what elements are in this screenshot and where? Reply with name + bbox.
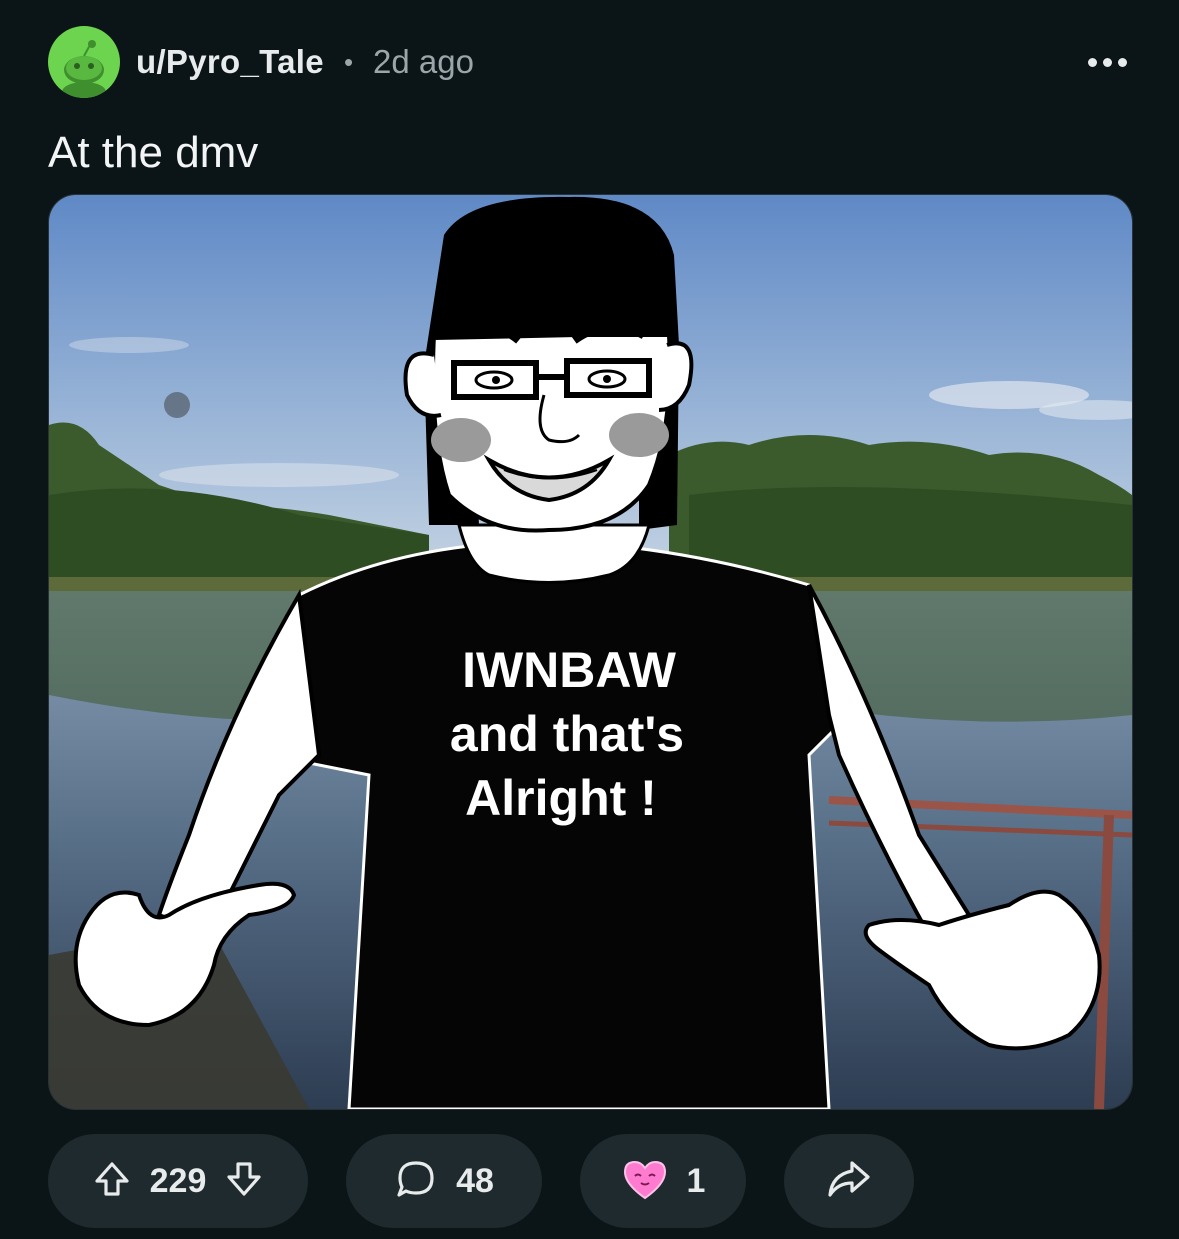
comment-button[interactable]: 48 bbox=[346, 1134, 542, 1228]
shirt-text-line1: IWNBAW bbox=[462, 642, 677, 698]
award-count: 1 bbox=[686, 1161, 706, 1200]
share-arrow-icon bbox=[826, 1159, 872, 1204]
post-title[interactable]: At the dmv bbox=[48, 128, 258, 178]
post-header: u/Pyro_Tale • 2d ago bbox=[48, 26, 1139, 98]
vote-pill: 229 bbox=[48, 1134, 308, 1228]
share-button[interactable] bbox=[784, 1134, 914, 1228]
username-link[interactable]: u/Pyro_Tale bbox=[136, 43, 324, 81]
upvote-arrow-icon[interactable] bbox=[92, 1159, 132, 1204]
heart-award-icon bbox=[621, 1158, 669, 1205]
post-time: 2d ago bbox=[373, 43, 474, 80]
comment-bubble-icon bbox=[394, 1157, 438, 1206]
shirt-text-line3: Alright ! bbox=[465, 770, 657, 826]
separator-dot: • bbox=[343, 46, 354, 77]
post-action-bar: 229 48 1 bbox=[48, 1134, 1179, 1228]
award-button[interactable]: 1 bbox=[580, 1134, 746, 1228]
snoo-avatar-icon[interactable] bbox=[48, 26, 120, 98]
comment-count: 48 bbox=[456, 1161, 494, 1200]
shirt-text-line2: and that's bbox=[450, 706, 684, 762]
upvote-count: 229 bbox=[149, 1161, 207, 1200]
downvote-arrow-icon[interactable] bbox=[224, 1159, 264, 1204]
post-image[interactable]: IWNBAW and that's Alright ! bbox=[48, 194, 1133, 1110]
more-options-icon[interactable] bbox=[1075, 46, 1139, 78]
